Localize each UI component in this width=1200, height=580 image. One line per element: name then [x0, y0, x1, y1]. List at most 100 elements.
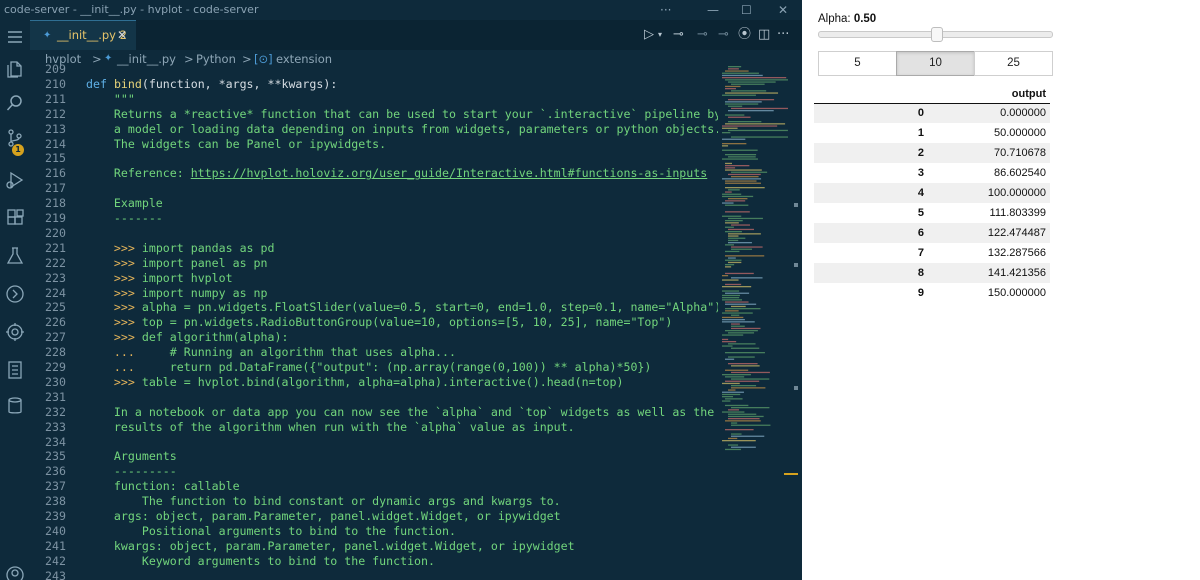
code-line[interactable]: ------- [86, 211, 163, 225]
line-number: 215 [45, 151, 66, 166]
window-title: code-server - __init__.py - hvplot - cod… [4, 3, 259, 16]
extensions-icon[interactable] [5, 208, 25, 228]
table-header-row: output [814, 85, 1050, 104]
close-window-icon[interactable]: ✕ [778, 0, 788, 20]
code-line[interactable]: >>> import hvplot [86, 271, 233, 285]
line-number: 225 [45, 300, 66, 315]
code-line[interactable]: The widgets can be Panel or ipywidgets. [86, 137, 386, 151]
database-icon[interactable] [5, 396, 25, 416]
settings-extension-icon[interactable] [5, 322, 25, 342]
table-row: 0 0.000000 [814, 103, 1050, 123]
table-row: 3 86.602540 [814, 163, 1050, 183]
python-file-icon: ✦ [43, 30, 52, 41]
run-debug-icon[interactable] [5, 170, 25, 190]
row-index-cell: 7 [917, 247, 924, 259]
line-number: 240 [45, 523, 66, 538]
code-line[interactable]: >>> import panel as pn [86, 256, 268, 270]
code-line[interactable]: >>> def algorithm(alpha): [86, 330, 289, 344]
code-area[interactable]: 209 210 def bind(function, *args, **kwargs… [30, 60, 718, 580]
code-line[interactable]: ... # Running an algorithm that uses alp… [86, 345, 456, 359]
code-line[interactable]: >>> import pandas as pd [86, 241, 275, 255]
row-index-cell: 6 [814, 223, 928, 243]
line-number: 220 [45, 225, 66, 240]
git-commit-icon[interactable]: ⊸ [673, 20, 684, 50]
code-line[interactable]: function: callable [86, 479, 240, 493]
menu-icon[interactable] [5, 27, 25, 47]
git-previous-icon[interactable]: ⊸ [697, 20, 708, 50]
output-value-cell: 50.000000 [994, 127, 1046, 139]
radio-option-25[interactable]: 25 [974, 51, 1053, 76]
code-line[interactable]: Reference: https://hvplot.holoviz.org/us… [86, 166, 707, 180]
editor-scrollbar[interactable] [784, 60, 802, 580]
radio-option-5[interactable]: 5 [818, 51, 897, 76]
line-number: 224 [45, 285, 66, 300]
code-line[interactable]: The function to bind constant or dynamic… [86, 494, 561, 508]
code-line[interactable]: Positional arguments to bind to the func… [86, 524, 456, 538]
code-line[interactable]: a model or loading data depending on inp… [86, 122, 718, 136]
line-number: 243 [45, 568, 66, 580]
overview-ruler-marker [784, 473, 798, 475]
alpha-slider-name: Alpha: [818, 13, 851, 25]
line-number: 227 [45, 330, 66, 345]
alpha-slider-handle[interactable] [930, 27, 943, 42]
code-line[interactable]: """ [86, 92, 135, 106]
line-number: 226 [45, 315, 66, 330]
minimap[interactable] [718, 60, 794, 580]
code-line[interactable]: args: object, param.Parameter, panel.wid… [86, 509, 561, 523]
tab-init-py[interactable]: ✦ __init__.py 2 ✕ [30, 20, 136, 50]
table-row: 6 122.474487 [814, 223, 1050, 243]
line-number: 241 [45, 538, 66, 553]
editor-more-actions-icon[interactable]: ··· [777, 20, 789, 50]
run-dropdown-chevron-icon[interactable]: ▾ [658, 20, 662, 50]
account-icon[interactable] [5, 565, 25, 580]
code-line[interactable]: >>> table = hvplot.bind(algorithm, alpha… [86, 375, 624, 389]
testing-icon[interactable] [5, 246, 25, 266]
code-line[interactable]: Returns a *reactive* function that can b… [86, 107, 718, 121]
output-value-cell: 122.474487 [928, 223, 1050, 243]
table-row: 7 132.287566 [814, 243, 1050, 263]
alpha-slider-value: 0.50 [853, 13, 877, 25]
close-tab-icon[interactable]: ✕ [117, 21, 127, 50]
search-icon[interactable] [5, 93, 25, 113]
code-line[interactable]: def bind(function, *args, **kwargs): [86, 77, 337, 91]
code-line[interactable]: >>> top = pn.widgets.RadioButtonGroup(va… [86, 315, 672, 329]
git-next-icon[interactable]: ⊸ [718, 20, 729, 50]
activity-bar: 1 [0, 20, 30, 580]
alpha-slider-label: Alpha: 0.50 [818, 13, 876, 25]
scroll-marker [794, 263, 798, 267]
line-number: 233 [45, 419, 66, 434]
minimize-icon[interactable]: — [707, 0, 719, 20]
line-number: 234 [45, 434, 66, 449]
line-number: 242 [45, 553, 66, 568]
code-line[interactable]: results of the algorithm when run with t… [86, 420, 575, 434]
python-icon[interactable] [5, 284, 25, 304]
code-line[interactable]: ... return pd.DataFrame({"output": (np.a… [86, 360, 651, 374]
top-radio-button-group: 5 10 25 [818, 51, 1053, 76]
maximize-icon[interactable]: ☐ [741, 0, 752, 20]
more-actions-icon[interactable]: ··· [660, 0, 671, 20]
source-control-badge: 1 [12, 144, 24, 156]
code-line[interactable]: >>> alpha = pn.widgets.FloatSlider(value… [86, 300, 718, 314]
line-number: 210 [45, 76, 66, 91]
compare-icon[interactable]: ⦿ [738, 20, 751, 50]
radio-option-10[interactable]: 10 [896, 51, 975, 76]
line-number: 229 [45, 360, 66, 374]
code-line[interactable]: kwargs: object, param.Parameter, panel.w… [86, 539, 575, 553]
code-line[interactable]: --------- [86, 464, 177, 478]
output-value-cell: 86.602540 [994, 167, 1046, 179]
code-line[interactable]: >>> import numpy as np [86, 286, 268, 300]
split-editor-icon[interactable]: ◫ [758, 20, 770, 50]
files-icon[interactable] [5, 58, 25, 78]
run-python-icon[interactable]: ▷ [644, 20, 654, 50]
notebook-icon[interactable] [5, 360, 25, 380]
code-line[interactable]: Example [86, 196, 163, 210]
code-line[interactable]: Keyword arguments to bind to the functio… [86, 554, 435, 568]
scroll-marker [794, 203, 798, 207]
code-line[interactable]: In a notebook or data app you can now se… [86, 405, 718, 419]
table-row: 9 150.000000 [814, 283, 1050, 303]
code-line[interactable]: Arguments [86, 449, 177, 463]
table-row: 4 100.000000 [814, 183, 1050, 203]
line-number: 231 [45, 389, 66, 404]
output-value-cell: 0.000000 [928, 103, 1050, 123]
line-number: 223 [45, 270, 66, 285]
